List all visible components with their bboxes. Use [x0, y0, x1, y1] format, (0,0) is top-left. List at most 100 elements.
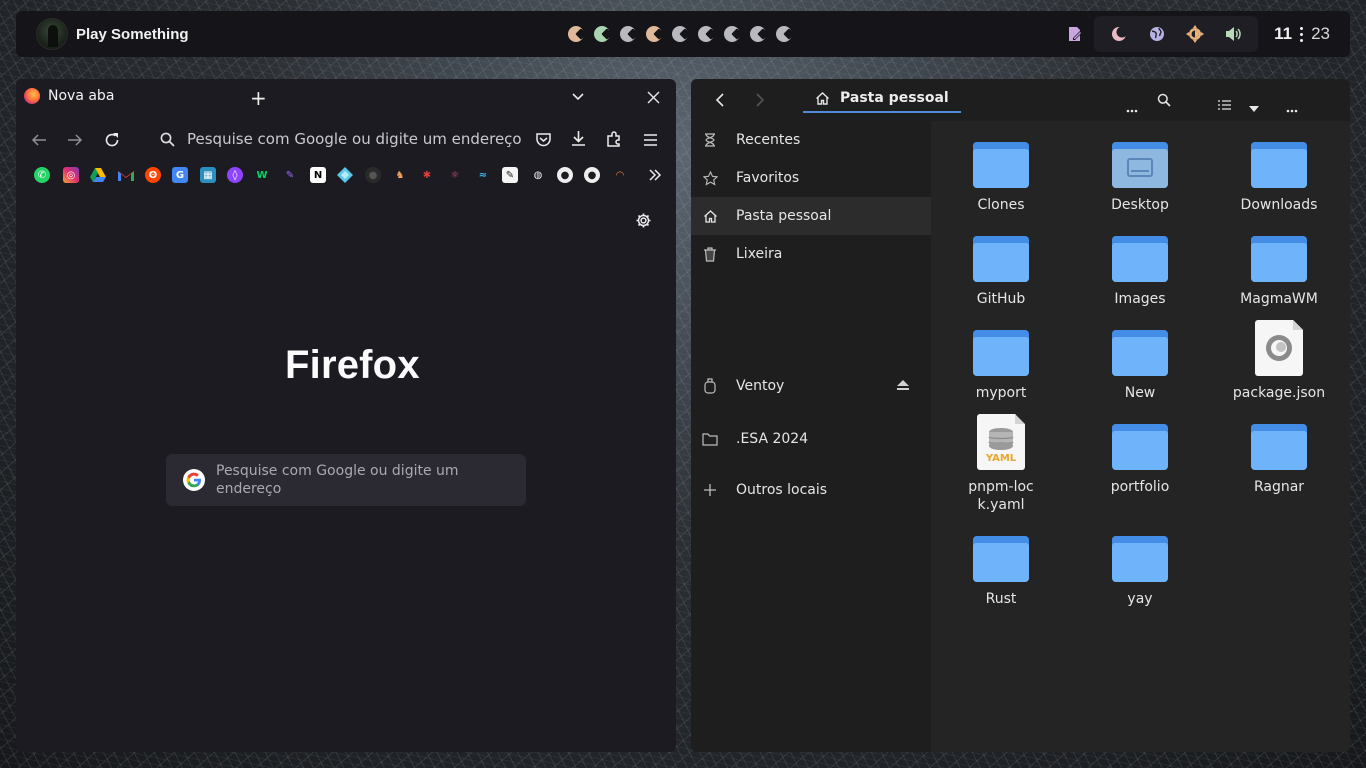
trash-icon [701, 246, 719, 262]
folder-icon [1112, 414, 1168, 470]
view-options-dropdown-icon[interactable] [1249, 97, 1259, 116]
media-title: Play Something [76, 25, 189, 43]
react-bookmark-icon[interactable]: ⚛ [447, 167, 463, 183]
file-item[interactable]: New [1084, 320, 1196, 402]
google-drive-bookmark-icon[interactable] [90, 167, 106, 183]
brave-bookmark-icon[interactable]: ♞ [392, 167, 408, 183]
path-breadcrumb[interactable]: Pasta pessoal [803, 85, 961, 113]
workspace-3-icon[interactable] [620, 26, 636, 42]
pen-bookmark-icon[interactable]: ✎ [282, 167, 298, 183]
sidebar-item-lixeira[interactable]: Lixeira [691, 235, 931, 273]
menu-icon[interactable] [643, 132, 658, 151]
gear-icon[interactable] [635, 212, 652, 233]
new-tab-plus-icon[interactable]: + [250, 88, 267, 108]
search-placeholder: Pesquise com Google ou digite um endereç… [216, 463, 459, 497]
more-options-icon[interactable] [1126, 98, 1138, 117]
main-menu-icon[interactable] [1286, 98, 1298, 117]
sidebar-item-ventoy[interactable]: Ventoy [691, 367, 931, 405]
folder-icon [973, 320, 1029, 376]
workspace-4-icon[interactable] [646, 26, 662, 42]
globe-bookmark-icon[interactable]: ◍ [530, 167, 546, 183]
file-item[interactable]: Images [1084, 226, 1196, 308]
workspace-5-icon[interactable] [672, 26, 688, 42]
folder-icon [1251, 414, 1307, 470]
back-icon[interactable] [31, 132, 47, 152]
tailwind-bookmark-icon[interactable]: ≈ [475, 167, 491, 183]
reload-icon[interactable] [104, 132, 120, 152]
insect-bookmark-icon[interactable]: ✱ [419, 167, 435, 183]
yaml-file-icon: YAML [977, 414, 1025, 470]
file-item[interactable]: Downloads [1223, 132, 1335, 214]
file-item[interactable]: Desktop [1084, 132, 1196, 214]
file-name: Images [1114, 291, 1166, 307]
brightness-icon[interactable] [1186, 25, 1205, 43]
file-item[interactable]: package.json [1223, 320, 1335, 402]
moon-icon[interactable] [1110, 25, 1128, 43]
github-bookmark-icon[interactable]: ● [557, 167, 573, 183]
proton-bookmark-icon[interactable]: ◊ [227, 167, 243, 183]
clock-separator [1300, 26, 1304, 42]
forward-icon[interactable] [67, 132, 83, 152]
url-bar[interactable]: Pesquise com Google ou digite um endereç… [160, 130, 522, 148]
calculator-bookmark-icon[interactable]: ▦ [200, 167, 216, 183]
file-grid: Clones Desktop Downloads GitHub Images MagmaW… [931, 121, 1350, 752]
list-view-icon[interactable] [1218, 95, 1231, 114]
file-item[interactable]: portfolio [1084, 414, 1196, 496]
file-item[interactable]: MagmaWM [1223, 226, 1335, 308]
google-translate-bookmark-icon[interactable]: G [172, 167, 188, 183]
tab-title: Nova aba [48, 88, 115, 104]
file-item[interactable]: YAML pnpm-lock.yaml [945, 414, 1057, 514]
pocket-icon[interactable] [535, 131, 552, 152]
download-icon[interactable] [570, 130, 587, 151]
sidebar-item-recentes[interactable]: Recentes [691, 121, 931, 159]
file-item[interactable]: GitHub [945, 226, 1057, 308]
reddit-bookmark-icon[interactable]: ʘ [145, 167, 161, 183]
sidebar-item-esa-2024[interactable]: .ESA 2024 [691, 420, 931, 458]
file-item[interactable]: Rust [945, 526, 1057, 608]
note-pencil-icon[interactable] [1066, 25, 1084, 43]
file-item[interactable]: myport [945, 320, 1057, 402]
file-item[interactable]: yay [1084, 526, 1196, 608]
github-2-bookmark-icon[interactable]: ● [584, 167, 600, 183]
workspace-7-icon[interactable] [724, 26, 740, 42]
webtoon-bookmark-icon[interactable]: W [254, 167, 270, 183]
extensions-icon[interactable] [606, 130, 623, 151]
chevron-double-right-icon[interactable] [647, 167, 663, 183]
sidebar-label: Ventoy [736, 378, 785, 394]
sidebar-item-outros-locais[interactable]: Outros locais [691, 471, 931, 509]
notes-bookmark-icon[interactable]: ✎ [502, 167, 518, 183]
github-dark-bookmark-icon[interactable]: ● [365, 167, 381, 183]
search-box[interactable]: Pesquise com Google ou digite um endereç… [166, 454, 526, 506]
volume-icon[interactable] [1224, 25, 1242, 43]
workspace-2-icon[interactable] [594, 26, 610, 42]
clock-hour: 11 [1274, 24, 1293, 43]
file-item[interactable]: Clones [945, 132, 1057, 214]
tab-new-tab[interactable]: Nova aba [24, 88, 114, 104]
eject-icon[interactable] [897, 378, 909, 394]
globe-icon[interactable] [1148, 25, 1166, 43]
folder-icon [1112, 226, 1168, 282]
sourcegraph-bookmark-icon[interactable] [337, 167, 353, 183]
workspace-6-icon[interactable] [698, 26, 714, 42]
media-player[interactable]: Play Something [36, 18, 189, 50]
gmail-bookmark-icon[interactable] [118, 167, 134, 183]
workspace-1-icon[interactable] [568, 26, 584, 42]
workspace-indicator [568, 26, 792, 42]
instagram-bookmark-icon[interactable]: ◎ [63, 167, 79, 183]
whatsapp-bookmark-icon[interactable]: ✆ [34, 167, 50, 183]
search-icon[interactable] [1157, 92, 1171, 111]
workspace-8-icon[interactable] [750, 26, 766, 42]
notion-bookmark-icon[interactable]: N [310, 167, 326, 183]
forward-icon[interactable] [755, 92, 765, 111]
mozilla-bookmark-icon[interactable]: ◠ [612, 167, 628, 183]
file-item[interactable]: Ragnar [1223, 414, 1335, 496]
close-icon[interactable] [647, 89, 660, 108]
chevron-down-icon[interactable] [571, 89, 585, 108]
sidebar-item-pasta-pessoal[interactable]: Pasta pessoal [691, 197, 931, 235]
workspace-9-icon[interactable] [776, 26, 792, 42]
star-icon [701, 170, 719, 186]
back-icon[interactable] [715, 92, 725, 111]
files-headerbar: Pasta pessoal [691, 79, 1350, 121]
sidebar-item-favoritos[interactable]: Favoritos [691, 159, 931, 197]
clock[interactable]: 11 23 [1274, 24, 1330, 44]
